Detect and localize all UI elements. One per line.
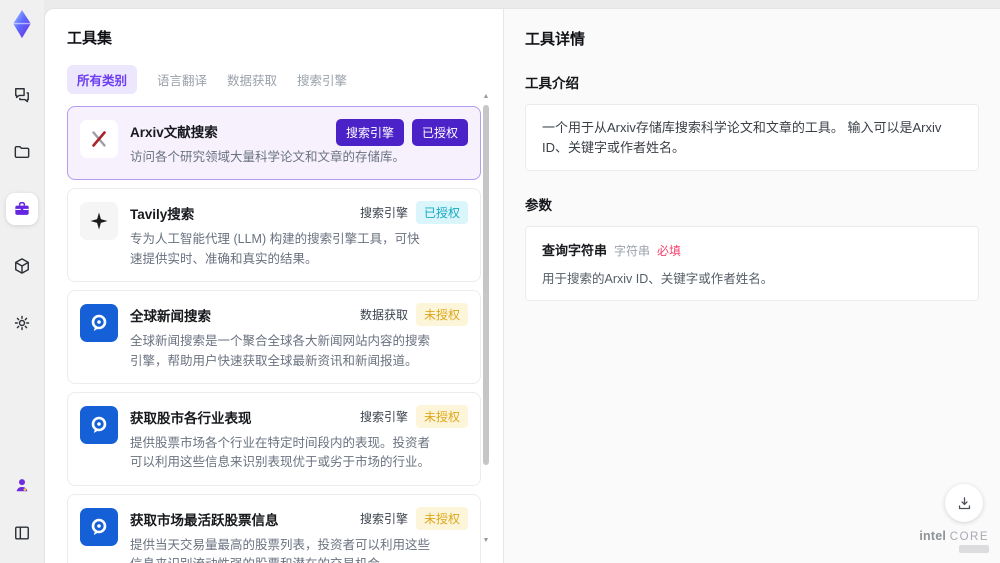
detail-title: 工具详情 [525,31,586,48]
auth-status-badge: 未授权 [415,506,468,530]
intel-core-logo: intel CORE [919,529,989,553]
intro-heading: 工具介绍 [525,76,579,91]
param-type: 字符串 [614,244,651,258]
tool-badges: 搜索引擎 未授权 [359,404,468,428]
tool-description: 提供当天交易量最高的股票列表，投资者可以利用这些信息来识别流动性强的股票和潜在的… [130,537,431,563]
category-badge: 搜索引擎 [359,511,408,526]
auth-status-badge: 已授权 [415,201,468,225]
gear-icon[interactable] [6,307,38,339]
list-scrollbar: ▲ ▼ [482,93,490,553]
sidebar-nav [6,79,38,339]
category-badge: 数据获取 [359,308,408,323]
tool-badges: 搜索引擎 已授权 [335,119,468,146]
page-title: 工具集 [67,30,113,47]
tavily-star-icon [80,202,118,241]
tool-card[interactable]: 全球新闻搜索 全球新闻搜索是一个聚合全球各大新闻网站内容的搜索引擎，帮助用户快速… [67,290,481,384]
arxiv-icon [80,120,118,158]
cube-icon[interactable] [6,250,38,282]
category-tabs: 所有类别 语言翻译 数据获取 搜索引擎 [67,65,503,94]
auth-status-badge: 未授权 [415,303,468,327]
app-logo-icon [8,9,36,39]
tool-description: 访问各个研究领域大量科学论文和文章的存储库。 [130,150,406,164]
category-badge: 搜索引擎 [359,409,408,424]
tool-card[interactable]: Arxiv文献搜索 访问各个研究领域大量科学论文和文章的存储库。 搜索引擎 已授… [67,106,481,181]
intro-text: 一个用于从Arxiv存储库搜索科学论文和文章的工具。 输入可以是Arxiv ID… [542,120,942,155]
param-name: 查询字符串 [542,243,608,258]
panel-layout-icon[interactable] [6,517,38,549]
auth-status-badge: 未授权 [415,404,468,428]
news-bubble-icon [80,304,118,343]
tool-badges: 数据获取 未授权 [359,303,468,327]
download-button[interactable] [945,484,983,522]
tool-card[interactable]: Tavily搜索 专为人工智能代理 (LLM) 构建的搜索引擎工具，可快速提供实… [67,188,481,283]
main-frame: 工具集 所有类别 语言翻译 数据获取 搜索引擎 Arxiv文献搜索 访问各个研究… [44,8,1000,563]
intro-box: 一个用于从Arxiv存储库搜索科学论文和文章的工具。 输入可以是Arxiv ID… [525,104,979,171]
news-bubble-icon [80,405,118,444]
sidebar [0,0,44,563]
chat-icon[interactable] [6,79,38,111]
brand-intel: intel [919,529,947,543]
params-heading: 参数 [525,198,552,213]
tool-list: Arxiv文献搜索 访问各个研究领域大量科学论文和文章的存储库。 搜索引擎 已授… [67,106,481,563]
param-description: 用于搜索的Arxiv ID、关键字或作者姓名。 [542,272,774,286]
tool-collection-panel: 工具集 所有类别 语言翻译 数据获取 搜索引擎 Arxiv文献搜索 访问各个研究… [45,9,503,563]
brand-chip [959,545,989,553]
param-required-label: 必填 [657,244,682,258]
scroll-up-arrow-icon[interactable]: ▲ [482,93,490,101]
tool-detail-panel: 工具详情 工具介绍 一个用于从Arxiv存储库搜索科学论文和文章的工具。 输入可… [503,9,1000,563]
tool-card[interactable]: 获取股市各行业表现 提供股票市场各个行业在特定时间段内的表现。投资者可以利用这些… [67,391,481,486]
auth-status-badge: 已授权 [411,119,468,146]
category-badge: 搜索引擎 [335,119,404,146]
download-icon [958,496,970,509]
user-icon[interactable] [6,469,38,501]
scrollbar-thumb[interactable] [483,105,489,465]
tab-all-categories[interactable]: 所有类别 [67,65,138,94]
brand-core: CORE [949,531,989,543]
tool-description: 全球新闻搜索是一个聚合全球各大新闻网站内容的搜索引擎，帮助用户快速获取全球最新资… [130,334,431,368]
tool-description: 提供股票市场各个行业在特定时间段内的表现。投资者可以利用这些信息来识别表现优于或… [130,435,431,470]
tab-search-engine[interactable]: 搜索引擎 [297,65,347,94]
toolbox-icon[interactable] [6,193,38,225]
tool-description: 专为人工智能代理 (LLM) 构建的搜索引擎工具，可快速提供实时、准确和真实的结… [130,232,420,266]
category-badge: 搜索引擎 [359,206,408,221]
tool-badges: 搜索引擎 未授权 [359,506,468,530]
folder-icon[interactable] [6,136,38,168]
tab-data-fetch[interactable]: 数据获取 [227,65,277,94]
param-box: 查询字符串 字符串 必填 用于搜索的Arxiv ID、关键字或作者姓名。 [525,226,979,301]
tool-badges: 搜索引擎 已授权 [359,201,468,225]
tool-card[interactable]: 获取市场最活跃股票信息 提供当天交易量最高的股票列表，投资者可以利用这些信息来识… [67,493,481,563]
scroll-down-arrow-icon[interactable]: ▼ [482,537,490,545]
news-bubble-icon [80,507,118,546]
tab-language-translation[interactable]: 语言翻译 [157,65,207,94]
sidebar-bottom [6,469,38,549]
